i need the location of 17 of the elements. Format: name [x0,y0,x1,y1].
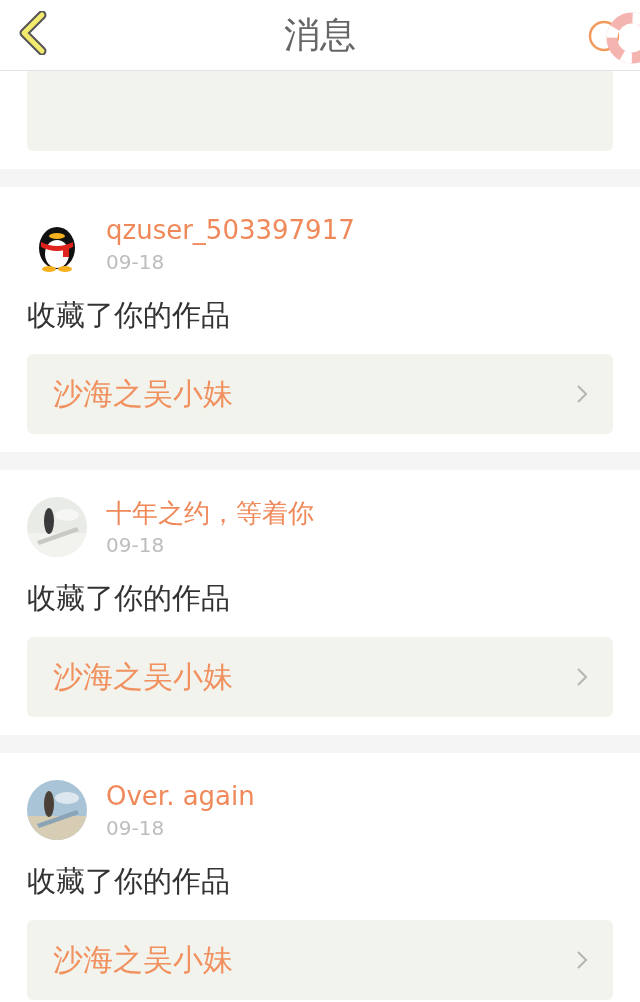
work-link[interactable]: 沙海之吴小妹 [27,354,613,434]
message-text: 收藏了你的作品 [27,297,231,334]
message-date: 09-18 [106,815,166,842]
user-name[interactable]: 十年之约，等着你 [106,495,314,531]
message-text: 收藏了你的作品 [27,863,231,900]
message-date: 09-18 [106,249,166,276]
chevron-right-icon [577,668,587,686]
work-link[interactable]: 沙海之吴小妹 [27,920,613,1000]
page-title: 消息 [284,12,356,57]
user-name[interactable]: qzuser_503397917 [106,212,355,248]
chevron-right-icon [577,951,587,969]
work-link[interactable]: 沙海之吴小妹 [27,637,613,717]
message-date: 09-18 [106,532,166,559]
user-name[interactable]: Over. again [106,778,255,814]
back-icon[interactable] [18,11,48,55]
message-text: 收藏了你的作品 [27,580,231,617]
chevron-right-icon [577,385,587,403]
